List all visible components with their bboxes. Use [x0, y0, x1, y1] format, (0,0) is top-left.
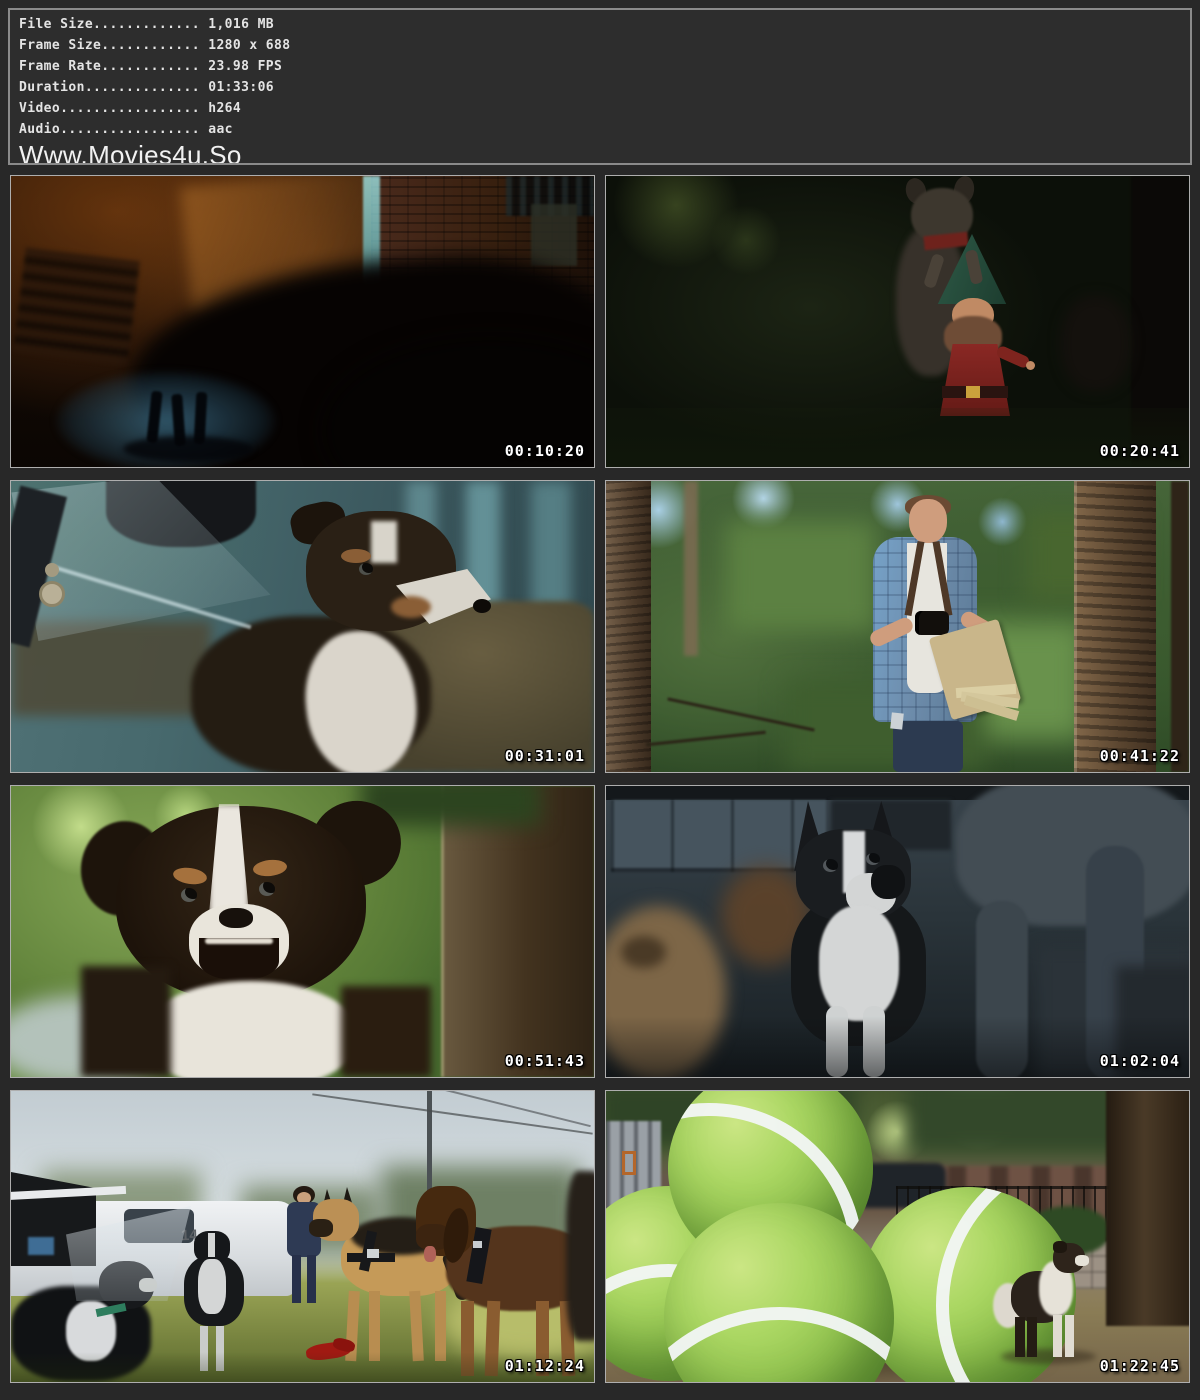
fallen-branch [646, 731, 766, 747]
screenshot-1: 00:10:20 [10, 175, 595, 468]
scene-smiling-aussie [11, 786, 594, 1077]
shepherd-harness-patch [367, 1249, 379, 1258]
aussie-shoulder-fur [341, 986, 431, 1077]
frame-size-line: Frame Size............ 1280 x 688 [19, 35, 1190, 56]
aussie-shoulder-fur [81, 966, 171, 1077]
dog-shadow [123, 436, 253, 462]
blurred-window [611, 800, 826, 872]
site-watermark: Www.Movies4u.So [19, 141, 1190, 165]
aussie-white-chest [141, 981, 361, 1077]
shepherd-leg [369, 1291, 380, 1361]
media-info-panel: File Size............. 1,016 MB Frame Si… [8, 8, 1192, 165]
aussie-tan-brow [341, 549, 371, 563]
shepherd-leg [409, 1291, 424, 1361]
scene-dog-and-gnome [606, 176, 1189, 467]
aussie-eye [359, 563, 373, 575]
screenshot-2: 00:20:41 [605, 175, 1190, 468]
waist-tag [890, 712, 904, 729]
tree-trunk-right [441, 786, 594, 1077]
dark-dog-edge [566, 1171, 594, 1341]
handler-leg [292, 1255, 301, 1303]
screenshot-7: 14 [10, 1090, 595, 1383]
boston-blaze [208, 1233, 215, 1257]
power-wire [312, 1093, 593, 1134]
screenshot-8: 01:22:45 [605, 1090, 1190, 1383]
frame-rate-line: Frame Rate............ 23.98 FPS [19, 56, 1190, 77]
terrier-white-chest [819, 906, 899, 1021]
tree-trunk-right [1106, 1091, 1189, 1326]
timestamp: 00:20:41 [1100, 442, 1180, 460]
aussie-nose [473, 599, 491, 613]
collar-tag [39, 581, 65, 607]
aussie-nose [219, 908, 253, 928]
aussie-eye [259, 882, 275, 896]
aussie-front-leg [1065, 1315, 1074, 1357]
screenshot-6: 01:02:04 [605, 785, 1190, 1078]
man-head [909, 499, 947, 543]
timestamp: 01:02:04 [1100, 1052, 1180, 1070]
foliage-blob [726, 521, 876, 631]
aussie-muzzle [1075, 1255, 1089, 1266]
wood-pallet [13, 247, 140, 365]
thin-tree-trunk [684, 481, 698, 656]
audio-codec-line: Audio................. aac [19, 119, 1190, 140]
ball-stripe [664, 1307, 894, 1383]
boston-chest [198, 1259, 226, 1314]
scene-man-in-forest [606, 481, 1189, 772]
jeans [893, 721, 963, 772]
blue-equipment [28, 1237, 54, 1255]
aussie-tan-cheek [391, 596, 431, 618]
power-wire [364, 1091, 591, 1127]
aussie-teeth [205, 938, 273, 944]
bloodhound-tongue [424, 1246, 436, 1262]
aussie-front-leg [1053, 1315, 1062, 1357]
pine-trunk-edge [1171, 481, 1189, 772]
screenshot-4: 00:41:22 [605, 480, 1190, 773]
timestamp: 00:31:01 [505, 747, 585, 765]
scene-boston-terrier [606, 786, 1189, 1077]
video-codec-line: Video................. h264 [19, 98, 1190, 119]
terrier-eye [866, 853, 880, 865]
terrier-muzzle-dark [871, 865, 905, 899]
blurry-tan-dog-face [621, 936, 666, 968]
screenshot-grid: 00:10:20 00:20:41 [10, 175, 1190, 1383]
file-size-line: File Size............. 1,016 MB [19, 14, 1190, 35]
handler-leg [307, 1255, 316, 1303]
bloodhound-harness-patch [473, 1241, 482, 1248]
aussie-back-leg [1027, 1317, 1037, 1357]
timestamp: 00:10:20 [505, 442, 585, 460]
terrier-eye [823, 859, 838, 872]
screenshot-5: 00:51:43 [10, 785, 595, 1078]
timestamp: 00:51:43 [505, 1052, 585, 1070]
orange-window-frame [622, 1151, 636, 1175]
shepherd-muzzle [309, 1219, 333, 1237]
scene-giant-tennis-balls [606, 1091, 1189, 1382]
aussie-open-mouth [199, 938, 279, 980]
collar-tag-small [45, 563, 59, 577]
aussie-ear [1053, 1241, 1067, 1253]
shepherd-leg [435, 1291, 446, 1361]
duration-line: Duration.............. 01:33:06 [19, 77, 1190, 98]
aussie-back-leg [1015, 1317, 1025, 1357]
electrical-box [531, 204, 577, 266]
scene-barn-aussie [11, 481, 594, 772]
aussie-blaze [371, 521, 397, 563]
pine-trunk-right [1074, 481, 1156, 772]
aussie-eye [181, 888, 197, 902]
scene-dark-alley [11, 176, 594, 467]
faint-animal-shape [1061, 296, 1131, 391]
gnome-buckle [966, 386, 980, 398]
timestamp: 00:41:22 [1100, 747, 1180, 765]
gnome-hand [1026, 361, 1035, 370]
timestamp: 01:22:45 [1100, 1357, 1180, 1375]
pine-trunk-left [606, 481, 651, 772]
timestamp: 01:12:24 [505, 1357, 585, 1375]
screenshot-3: 00:31:01 [10, 480, 595, 773]
binoculars [915, 611, 949, 635]
scene-k9-group: 14 [11, 1091, 594, 1382]
